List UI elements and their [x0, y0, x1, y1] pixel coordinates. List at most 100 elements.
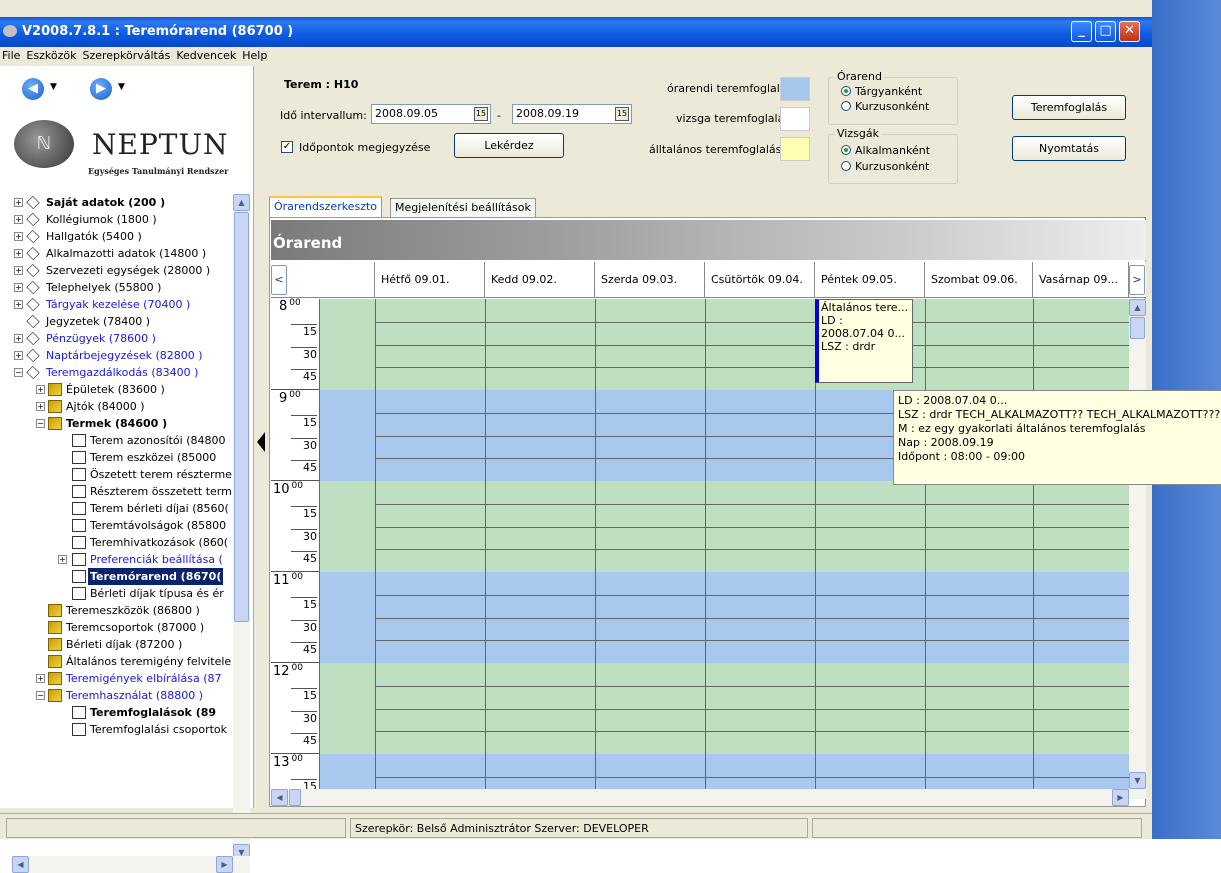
- back-dropdown-icon[interactable]: ▼: [50, 82, 57, 92]
- tree-label: Teremeszközök (86800 ): [66, 604, 200, 617]
- tree-item[interactable]: + Saját adatok (200 ): [12, 194, 233, 211]
- back-arrow-icon[interactable]: ◀: [22, 78, 44, 100]
- quarter-label: 30: [291, 619, 317, 634]
- by-course-radio[interactable]: Kurzusonként: [841, 100, 929, 113]
- menu-help[interactable]: Help: [240, 47, 271, 62]
- menu-eszkozok[interactable]: Eszközök: [24, 47, 80, 62]
- collapse-icon[interactable]: −: [14, 368, 23, 377]
- minimize-icon[interactable]: _: [1071, 21, 1092, 42]
- print-button[interactable]: Nyomtatás: [1012, 136, 1126, 161]
- menu-szerepkorvaltas[interactable]: Szerepkörváltás: [80, 47, 174, 62]
- prev-week-icon[interactable]: <: [271, 265, 287, 295]
- expand-icon[interactable]: +: [14, 283, 23, 292]
- next-week-icon[interactable]: >: [1129, 265, 1145, 295]
- tree-vertical-scrollbar[interactable]: ▲ ▼: [233, 194, 250, 861]
- expand-icon[interactable]: +: [14, 215, 23, 224]
- status-panel-empty: [812, 818, 1142, 838]
- logo-subtitle: Egységes Tanulmányi Rendszer: [88, 166, 229, 176]
- quarter-label: 15: [291, 596, 317, 611]
- title-bar[interactable]: V2008.7.8.1 : Teremórarend (86700 ) _ □ …: [0, 17, 1152, 47]
- minute-value: 00: [289, 298, 301, 308]
- calendar-icon[interactable]: 15: [615, 107, 629, 121]
- hour-label: 13 00: [271, 753, 319, 770]
- menu-kedvencek[interactable]: Kedvencek: [174, 47, 240, 62]
- expand-icon[interactable]: +: [36, 402, 45, 411]
- tree-label: Teremtávolságok (85800: [90, 519, 227, 532]
- document-icon: [72, 536, 86, 549]
- expand-icon[interactable]: +: [14, 300, 23, 309]
- grid-horizontal-scrollbar[interactable]: ◀ ▶: [271, 789, 1129, 806]
- scroll-right-icon[interactable]: ▶: [1112, 789, 1129, 806]
- room-booking-button[interactable]: Teremfoglalás: [1012, 95, 1126, 120]
- by-occasion-radio[interactable]: Alkalmanként: [841, 144, 930, 157]
- scroll-thumb[interactable]: [234, 212, 249, 622]
- date-to-field[interactable]: 2008.09.19 15: [512, 104, 632, 124]
- menu-file[interactable]: File: [0, 47, 24, 62]
- booking-event[interactable]: Általános tere... LD : 2008.07.04 0... L…: [815, 299, 913, 383]
- scroll-right-icon[interactable]: ▶: [216, 856, 233, 873]
- tree-label: Naptárbejegyzések (82800 ): [46, 349, 203, 362]
- scroll-down-icon[interactable]: ▼: [1129, 772, 1146, 789]
- document-icon: [72, 553, 86, 566]
- expand-icon[interactable]: +: [14, 249, 23, 258]
- scroll-left-icon[interactable]: ◀: [12, 856, 29, 873]
- by-subject-radio[interactable]: Tárgyanként: [841, 85, 922, 98]
- status-text: Szerepkör: Belső Adminisztrátor Szerver:…: [350, 818, 808, 838]
- scroll-left-icon[interactable]: ◀: [271, 789, 288, 806]
- tree-label: Öszetett terem részterme: [90, 468, 232, 481]
- remember-times-checkbox[interactable]: ✓: [281, 141, 293, 153]
- tooltip-line: LSZ : drdr TECH_ALKALMAZOTT?? TECH_ALKAL…: [898, 408, 1221, 421]
- document-icon: [72, 434, 86, 447]
- exam-booking-swatch: [780, 107, 810, 131]
- expand-icon[interactable]: +: [36, 385, 45, 394]
- tree-label: Terem azonosítói (84800: [90, 434, 226, 447]
- close-icon[interactable]: ✕: [1119, 21, 1140, 42]
- collapse-icon[interactable]: −: [36, 691, 45, 700]
- scroll-up-icon[interactable]: ▲: [1129, 299, 1146, 316]
- expand-icon[interactable]: +: [36, 674, 45, 683]
- expand-icon[interactable]: +: [14, 266, 23, 275]
- tree-horizontal-scrollbar[interactable]: ◀ ▶: [12, 856, 250, 873]
- forward-dropdown-icon[interactable]: ▼: [118, 82, 125, 92]
- scroll-thumb[interactable]: [1130, 317, 1145, 339]
- diamond-icon: [26, 212, 40, 227]
- collapse-icon[interactable]: −: [36, 419, 45, 428]
- forward-arrow-icon[interactable]: ▶: [90, 78, 112, 100]
- collapse-pane-icon[interactable]: [257, 432, 265, 452]
- menu-bar: File Eszközök Szerepkörváltás Kedvencek Help: [0, 47, 1152, 65]
- grid-vertical-scrollbar[interactable]: ▲ ▼: [1129, 299, 1146, 799]
- exams-group-title: Vizsgák: [835, 127, 881, 140]
- expand-icon[interactable]: +: [14, 198, 23, 207]
- expand-icon[interactable]: +: [14, 232, 23, 241]
- timetable-group-title: Órarend: [835, 70, 884, 83]
- calendar-icon[interactable]: 15: [474, 107, 488, 121]
- expand-icon[interactable]: +: [14, 351, 23, 360]
- tab-display-settings[interactable]: Megjelenítési beállítások: [390, 198, 536, 218]
- expand-icon[interactable]: +: [58, 555, 67, 564]
- tab-timetable-editor[interactable]: Órarendszerkeszto: [269, 196, 383, 218]
- hour-value: 12: [273, 664, 290, 680]
- query-form: Terem : H10 Idő intervallum: 2008.09.05 1…: [268, 66, 1152, 196]
- by-course-exam-radio[interactable]: Kurzusonként: [841, 160, 929, 173]
- scroll-up-icon[interactable]: ▲: [233, 194, 250, 211]
- scroll-thumb[interactable]: [289, 789, 301, 806]
- schedule-cells[interactable]: [319, 299, 1130, 806]
- maximize-icon[interactable]: □: [1095, 21, 1116, 42]
- radio-icon: [841, 101, 851, 111]
- event-line: 2008.07.04 0...: [821, 327, 905, 340]
- diamond-icon: [26, 195, 40, 210]
- grid-line: [1033, 299, 1034, 799]
- minute-value: 00: [289, 390, 301, 400]
- quarter-label: 15: [291, 505, 317, 520]
- radio-icon: [841, 161, 851, 171]
- expand-icon[interactable]: +: [14, 334, 23, 343]
- query-button[interactable]: Lekérdez: [454, 133, 564, 158]
- date-from-field[interactable]: 2008.09.05 15: [371, 104, 491, 124]
- event-line: LSZ : drdr: [821, 340, 876, 353]
- blank-header: [319, 262, 375, 298]
- document-icon: [72, 706, 86, 719]
- minute-value: 00: [291, 663, 303, 673]
- hour-value: 11: [273, 573, 290, 589]
- book-icon: [48, 621, 62, 634]
- minute-value: 00: [291, 481, 303, 491]
